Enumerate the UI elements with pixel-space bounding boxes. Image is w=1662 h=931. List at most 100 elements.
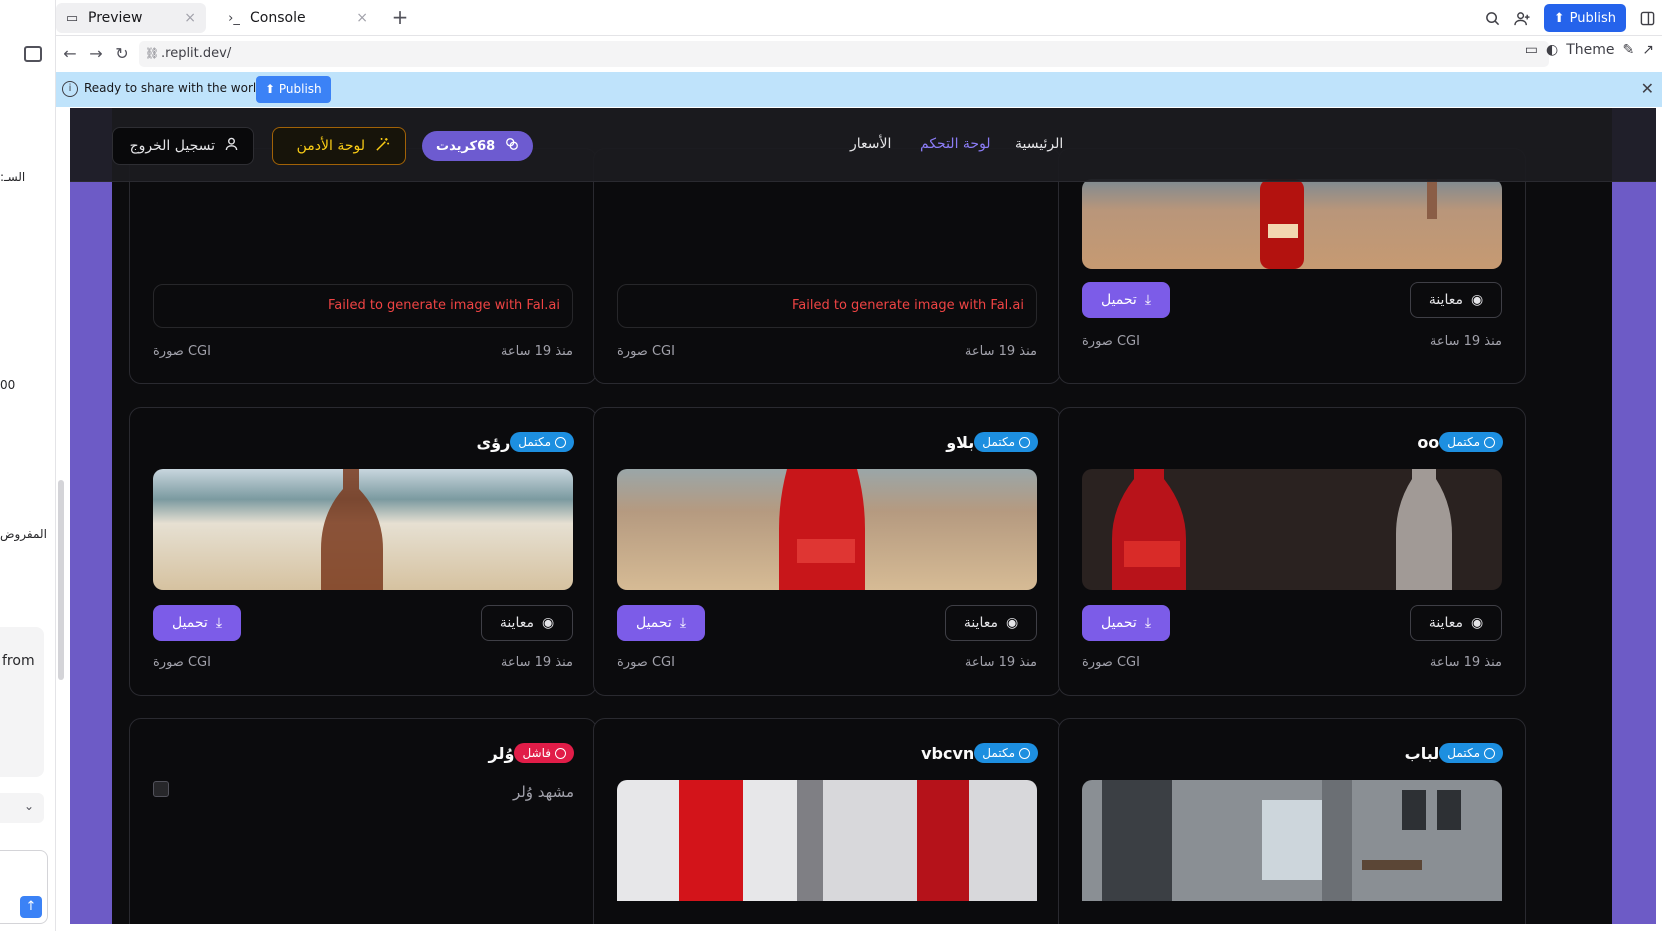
logout-button[interactable]: تسجيل الخروج xyxy=(112,127,254,165)
check-circle-icon xyxy=(1484,747,1495,759)
devtools-icon[interactable]: ✎ xyxy=(1623,42,1635,58)
admin-panel-button[interactable]: لوحة الأدمن xyxy=(272,127,406,165)
eye-icon: ◉ xyxy=(541,615,555,631)
card-header: مكتمل oo xyxy=(1417,432,1503,452)
generated-image[interactable] xyxy=(1082,179,1502,269)
download-button[interactable]: ⤓ تحميل xyxy=(1082,282,1170,318)
generation-card: مكتمل لباب xyxy=(1058,718,1526,924)
card-description: مشهد وُلر xyxy=(512,783,574,801)
status-badge: مكتمل xyxy=(510,432,574,452)
split-pane-icon[interactable] xyxy=(1632,3,1662,33)
address-bar: ← → ↻ ⛓ .replit.dev/ ▭ ◐ Theme ✎ ↗ xyxy=(56,37,1662,71)
send-button[interactable]: ↑ xyxy=(20,896,42,918)
card-type: صورة CGI xyxy=(153,344,211,359)
download-label: تحميل xyxy=(1100,615,1137,631)
banner-text: Ready to share with the world? xyxy=(84,81,271,95)
card-time: منذ 19 ساعة xyxy=(1429,655,1502,670)
palette-icon[interactable]: ◐ xyxy=(1546,42,1558,58)
download-button[interactable]: ⤓ تحميل xyxy=(1082,605,1170,641)
publish-button[interactable]: ⬆ Publish xyxy=(1543,4,1626,32)
generated-image[interactable] xyxy=(1082,469,1502,590)
status-label: مكتمل xyxy=(982,435,1015,449)
publish-label: Publish xyxy=(1569,10,1616,26)
chat-text-fragment: 00 xyxy=(0,378,16,392)
card-type: صورة CGI xyxy=(617,344,675,359)
status-label: مكتمل xyxy=(982,746,1015,760)
card-type: صورة CGI xyxy=(617,655,675,670)
card-title: vbcvn xyxy=(921,743,975,763)
model-select[interactable]: ⌄ xyxy=(0,793,44,823)
status-badge: مكتمل xyxy=(974,432,1038,452)
download-label: تحميل xyxy=(171,615,208,631)
error-text: Failed to generate image with Fal.ai xyxy=(328,298,560,313)
search-icon[interactable] xyxy=(1478,3,1508,33)
download-label: تحميل xyxy=(635,615,672,631)
preview-label: معاينة xyxy=(1428,615,1463,631)
card-meta: صورة CGI منذ 19 ساعة xyxy=(153,655,573,673)
close-icon[interactable]: × xyxy=(356,10,368,26)
card-time: منذ 19 ساعة xyxy=(500,344,573,359)
download-button[interactable]: ⤓ تحميل xyxy=(153,605,241,641)
user-icon xyxy=(225,137,238,155)
generation-card: Failed to generate image with Fal.ai صور… xyxy=(593,148,1061,384)
card-title: وُلر xyxy=(488,743,515,763)
chat-text-fragment: المفروض xyxy=(0,527,47,541)
tab-console[interactable]: ›_ Console × xyxy=(218,3,378,33)
nav-pricing[interactable]: الأسعار xyxy=(850,136,891,152)
banner-publish-button[interactable]: ⬆ Publish xyxy=(256,76,331,103)
generation-card: مكتمل vbcvn xyxy=(593,718,1061,924)
nav-home[interactable]: الرئيسية xyxy=(1015,136,1063,152)
tab-preview[interactable]: ▭ Preview × xyxy=(56,3,206,33)
download-label: تحميل xyxy=(1100,292,1137,308)
close-icon[interactable]: ✕ xyxy=(1641,79,1654,98)
generated-image[interactable] xyxy=(617,469,1037,590)
forward-icon[interactable]: → xyxy=(84,42,108,66)
info-icon: i xyxy=(62,81,78,97)
preview-button[interactable]: ◉ معاينة xyxy=(1410,605,1502,641)
monitor-icon: ▭ xyxy=(65,10,79,26)
eye-icon: ◉ xyxy=(1005,615,1019,631)
card-time: منذ 19 ساعة xyxy=(964,344,1037,359)
chat-scrollbar[interactable] xyxy=(58,480,64,680)
card-title: رؤى xyxy=(476,432,511,452)
download-button[interactable]: ⤓ تحميل xyxy=(617,605,705,641)
generation-card: فاشل وُلر مشهد وُلر xyxy=(129,718,597,924)
url-input[interactable]: ⛓ .replit.dev/ xyxy=(139,41,1549,67)
preview-label: معاينة xyxy=(1428,292,1463,308)
generated-image[interactable] xyxy=(617,780,1037,901)
preview-viewport: تسجيل الخروج لوحة الأدمن 68كريدت الرئيسي… xyxy=(70,108,1656,924)
generated-image[interactable] xyxy=(1082,780,1502,901)
devices-icon[interactable]: ▭ xyxy=(1525,42,1538,58)
new-tab-button[interactable]: + xyxy=(388,6,412,30)
back-icon[interactable]: ← xyxy=(58,42,82,66)
preview-label: معاينة xyxy=(499,615,534,631)
coins-icon xyxy=(505,137,519,155)
error-text: Failed to generate image with Fal.ai xyxy=(792,298,1024,313)
eye-icon: ◉ xyxy=(1470,292,1484,308)
magic-wand-icon xyxy=(375,137,390,156)
preview-button[interactable]: ◉ معاينة xyxy=(1410,282,1502,318)
chevron-down-icon: ⌄ xyxy=(23,799,34,813)
new-thread-icon[interactable] xyxy=(24,46,42,62)
reload-icon[interactable]: ↻ xyxy=(110,42,134,66)
card-time: منذ 19 ساعة xyxy=(1429,334,1502,349)
card-header: فاشل وُلر xyxy=(489,743,574,763)
preview-button[interactable]: ◉ معاينة xyxy=(945,605,1037,641)
card-header: مكتمل لباب xyxy=(1405,743,1503,763)
theme-button[interactable]: Theme xyxy=(1566,42,1614,58)
status-badge: فاشل xyxy=(514,743,574,763)
nav-dashboard[interactable]: لوحة التحكم xyxy=(920,136,991,152)
chat-panel: :السـ 00 المفروض from ⌄ ↑ xyxy=(0,0,56,931)
open-external-icon[interactable]: ↗ xyxy=(1642,42,1654,58)
logout-label: تسجيل الخروج xyxy=(129,138,215,154)
credits-badge[interactable]: 68كريدت xyxy=(422,131,534,161)
preview-button[interactable]: ◉ معاينة xyxy=(481,605,573,641)
status-label: مكتمل xyxy=(1447,746,1480,760)
invite-user-icon[interactable] xyxy=(1508,3,1538,33)
status-badge: مكتمل xyxy=(1439,743,1503,763)
status-badge: مكتمل xyxy=(1439,432,1503,452)
generated-image[interactable] xyxy=(153,469,573,590)
close-icon[interactable]: × xyxy=(184,10,196,26)
card-meta: صورة CGI منذ 19 ساعة xyxy=(153,344,573,362)
card-type: صورة CGI xyxy=(1082,655,1140,670)
